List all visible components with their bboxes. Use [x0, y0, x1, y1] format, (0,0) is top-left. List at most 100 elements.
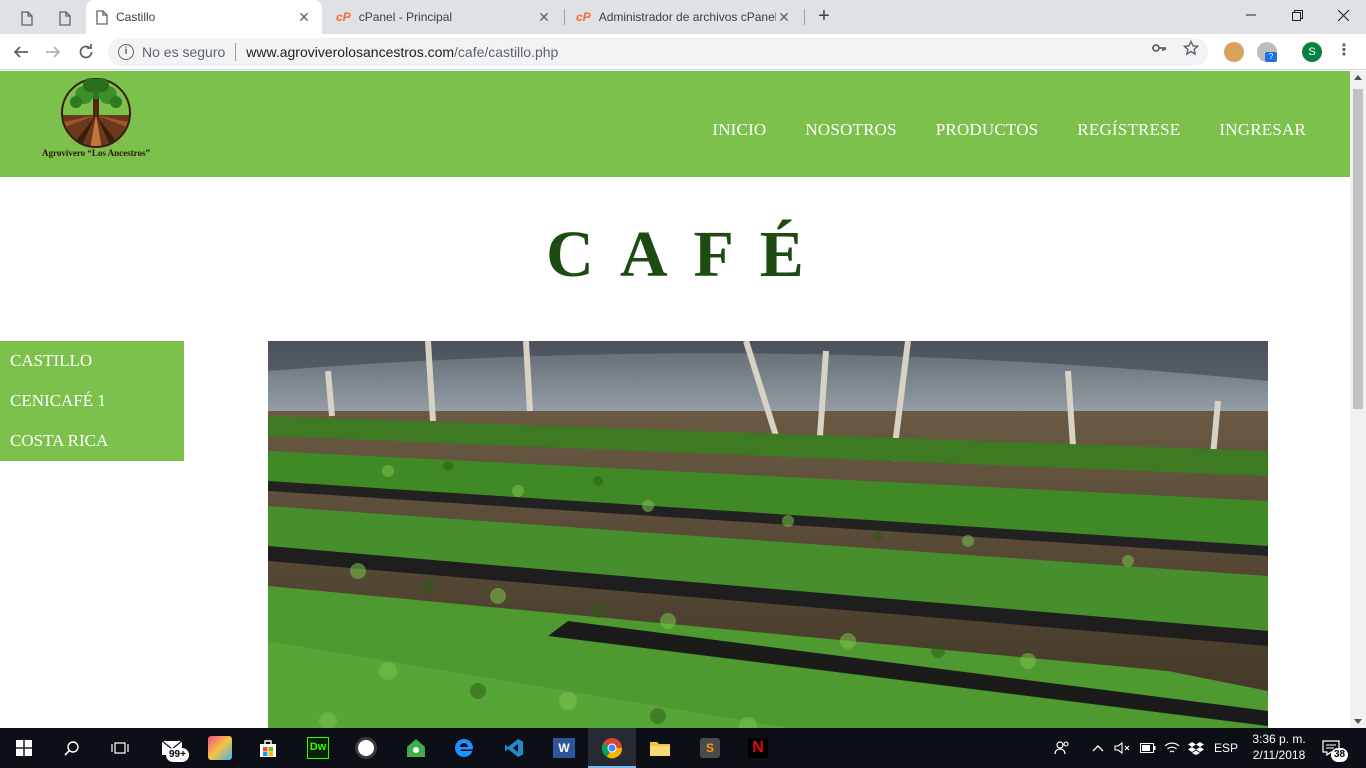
close-window-button[interactable] [1320, 0, 1366, 30]
scroll-down-icon[interactable] [1354, 719, 1362, 724]
clock-time: 3:36 p. m. [1252, 732, 1306, 746]
house-icon [407, 739, 425, 757]
nav-productos[interactable]: PRODUCTOS [936, 120, 1039, 140]
arrow-right-icon [46, 46, 61, 58]
start-button[interactable] [0, 728, 48, 768]
sublime-app[interactable]: S [686, 728, 734, 768]
app-panda[interactable] [342, 728, 390, 768]
url-host: www.agroviverolosancestros.com [246, 44, 455, 60]
dreamweaver-app[interactable]: Dw [294, 728, 342, 768]
people-icon [1054, 741, 1069, 755]
profile-avatar[interactable]: S [1302, 42, 1322, 62]
chrome-app[interactable] [588, 728, 636, 768]
page-icon [59, 10, 71, 26]
site-logo[interactable]: Agrovivero “Los Ancestros” [40, 75, 152, 171]
file-explorer-app[interactable] [636, 728, 684, 768]
minimize-button[interactable] [1228, 0, 1274, 30]
coffee-nursery-photo [268, 341, 1268, 728]
arrow-left-icon [13, 46, 28, 58]
url-path: /cafe/castillo.php [454, 44, 559, 60]
cpanel-icon: cP [576, 10, 591, 24]
nav-ingresar[interactable]: INGRESAR [1219, 120, 1306, 140]
tab-separator [804, 9, 805, 25]
search-button[interactable] [48, 728, 96, 768]
tab-separator [564, 9, 565, 25]
minimize-icon [1246, 14, 1256, 16]
vscode-icon [505, 739, 523, 757]
vscode-app[interactable] [490, 728, 538, 768]
nav-nosotros[interactable]: NOSOTROS [805, 120, 896, 140]
task-view-button[interactable] [96, 728, 144, 768]
key-icon[interactable] [1150, 40, 1168, 58]
people-button[interactable] [1054, 728, 1074, 768]
close-icon[interactable]: ✕ [776, 9, 792, 26]
close-icon[interactable]: ✕ [536, 9, 552, 26]
reload-button[interactable] [74, 40, 98, 64]
wifi-icon [1164, 742, 1180, 753]
close-icon[interactable]: ✕ [296, 9, 312, 26]
pinned-tab-1[interactable] [12, 6, 42, 30]
candy-crush-app[interactable] [196, 728, 244, 768]
chevron-up-icon [1092, 745, 1104, 752]
side-menu-castillo[interactable]: CASTILLO [0, 341, 184, 381]
star-icon[interactable] [1182, 39, 1200, 58]
windows-taskbar: 99+ Dw W S N ESP 3:36 p. m. 2/11/2018 38 [0, 728, 1366, 768]
more-menu-icon[interactable]: ⋮ [1336, 42, 1352, 62]
new-tab-button[interactable]: + [813, 6, 835, 28]
tab-castillo[interactable]: Castillo ✕ [86, 0, 322, 34]
logo-text: Agrovivero “Los Ancestros” [42, 148, 150, 158]
dropbox-icon [1188, 742, 1204, 755]
extension-icon[interactable]: ? [1257, 42, 1277, 62]
volume-button[interactable] [1114, 728, 1132, 768]
cpanel-icon: cP [336, 10, 351, 24]
restore-button[interactable] [1274, 0, 1320, 30]
mail-app[interactable]: 99+ [148, 728, 196, 768]
netflix-icon: N [748, 738, 768, 758]
action-center-button[interactable]: 38 [1322, 728, 1358, 768]
task-view-icon [111, 742, 129, 754]
input-language[interactable]: ESP [1214, 728, 1238, 768]
tab-cpanel-principal[interactable]: cP cPanel - Principal ✕ [326, 0, 562, 34]
nav-inicio[interactable]: INICIO [712, 120, 766, 140]
address-bar[interactable]: i No es seguro www.agroviverolosancestro… [108, 38, 1208, 66]
show-hidden-icons[interactable] [1092, 728, 1106, 768]
page-icon [21, 10, 33, 26]
chrome-icon [601, 738, 623, 759]
battery-button[interactable] [1140, 728, 1158, 768]
side-menu-costa-rica[interactable]: COSTA RICA [0, 421, 184, 461]
netflix-app[interactable]: N [734, 728, 782, 768]
page-scrollbar[interactable] [1350, 71, 1366, 728]
search-icon [64, 741, 79, 756]
restore-icon [1291, 9, 1303, 21]
scroll-up-icon[interactable] [1354, 75, 1362, 80]
edge-app[interactable] [440, 728, 488, 768]
side-menu: CASTILLO CENICAFÉ 1 COSTA RICA [0, 341, 184, 461]
dropbox-button[interactable] [1188, 728, 1206, 768]
security-label: No es seguro [142, 44, 226, 60]
clock[interactable]: 3:36 p. m. 2/11/2018 [1244, 731, 1314, 763]
store-app[interactable] [244, 728, 292, 768]
pinned-tab-2[interactable] [50, 6, 80, 30]
dreamweaver-icon: Dw [307, 737, 329, 759]
side-menu-cenicafe-1[interactable]: CENICAFÉ 1 [0, 381, 184, 421]
forward-button[interactable] [41, 40, 65, 64]
app-house[interactable] [392, 728, 440, 768]
info-icon[interactable]: i [118, 44, 134, 60]
nav-registrese[interactable]: REGÍSTRESE [1077, 120, 1180, 140]
scroll-thumb[interactable] [1353, 89, 1363, 409]
back-button[interactable] [9, 40, 33, 64]
tab-file-manager[interactable]: cP Administrador de archivos cPanel ✕ [566, 0, 802, 34]
game-icon [208, 736, 232, 760]
wifi-button[interactable] [1164, 728, 1182, 768]
close-icon [1337, 9, 1349, 21]
notification-count: 38 [1331, 748, 1349, 762]
cookie-extension-icon[interactable] [1224, 42, 1244, 62]
page-viewport: Agrovivero “Los Ancestros” INICIO NOSOTR… [0, 71, 1350, 728]
battery-icon [1140, 743, 1156, 753]
sublime-icon: S [700, 738, 720, 758]
panda-icon [355, 737, 377, 759]
tab-title: Administrador de archivos cPanel [598, 10, 776, 24]
windows-logo-icon [16, 740, 32, 756]
page-title: CAFÉ [546, 218, 830, 291]
word-app[interactable]: W [540, 728, 588, 768]
